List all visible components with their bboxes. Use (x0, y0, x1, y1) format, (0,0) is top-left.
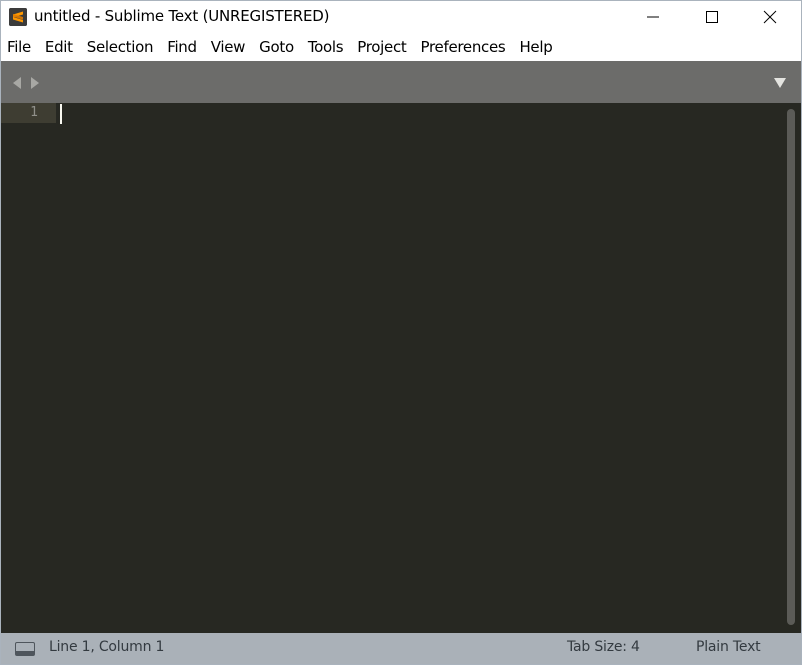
vertical-scrollbar[interactable] (787, 109, 795, 625)
gutter-current-line: 1 (1, 103, 56, 123)
cursor-position[interactable]: Line 1, Column 1 (49, 639, 164, 655)
menu-file[interactable]: File (1, 34, 38, 61)
tab-bar (1, 61, 801, 103)
menu-tools[interactable]: Tools (301, 34, 350, 61)
menu-preferences[interactable]: Preferences (414, 34, 513, 61)
sublime-window: untitled - Sublime Text (UNREGISTERED) F… (0, 0, 802, 665)
window-title: untitled - Sublime Text (UNREGISTERED) (34, 7, 330, 25)
menu-view[interactable]: View (204, 34, 252, 61)
text-caret (60, 104, 62, 124)
tab-size-indicator[interactable]: Tab Size: 4 (567, 639, 640, 655)
triangle-down-icon (774, 78, 786, 88)
minimize-button[interactable] (630, 1, 676, 33)
syntax-indicator[interactable]: Plain Text (696, 639, 761, 655)
minimize-icon (647, 16, 659, 18)
tab-scroll-left-button[interactable] (11, 75, 23, 89)
menu-goto[interactable]: Goto (252, 34, 301, 61)
close-icon (763, 10, 777, 24)
panel-toggle-button[interactable] (15, 641, 35, 656)
maximize-button[interactable] (689, 1, 735, 33)
menu-edit[interactable]: Edit (38, 34, 80, 61)
editor-area[interactable]: 1 (1, 103, 801, 633)
menu-selection[interactable]: Selection (80, 34, 160, 61)
arrow-right-icon (31, 77, 39, 89)
tab-list-dropdown-button[interactable] (773, 75, 787, 89)
status-bar: Line 1, Column 1 Tab Size: 4 Plain Text (1, 633, 801, 664)
panel-toggle-icon (15, 642, 35, 656)
menu-help[interactable]: Help (512, 34, 559, 61)
close-button[interactable] (747, 1, 793, 33)
sublime-text-logo-icon (9, 8, 27, 26)
menu-find[interactable]: Find (160, 34, 204, 61)
menu-project[interactable]: Project (350, 34, 413, 61)
tab-scroll-right-button[interactable] (29, 75, 41, 89)
arrow-left-icon (13, 77, 21, 89)
line-number: 1 (30, 105, 38, 120)
maximize-icon (706, 11, 718, 23)
menu-bar: File Edit Selection Find View Goto Tools… (1, 34, 801, 61)
title-bar[interactable]: untitled - Sublime Text (UNREGISTERED) (1, 1, 801, 34)
